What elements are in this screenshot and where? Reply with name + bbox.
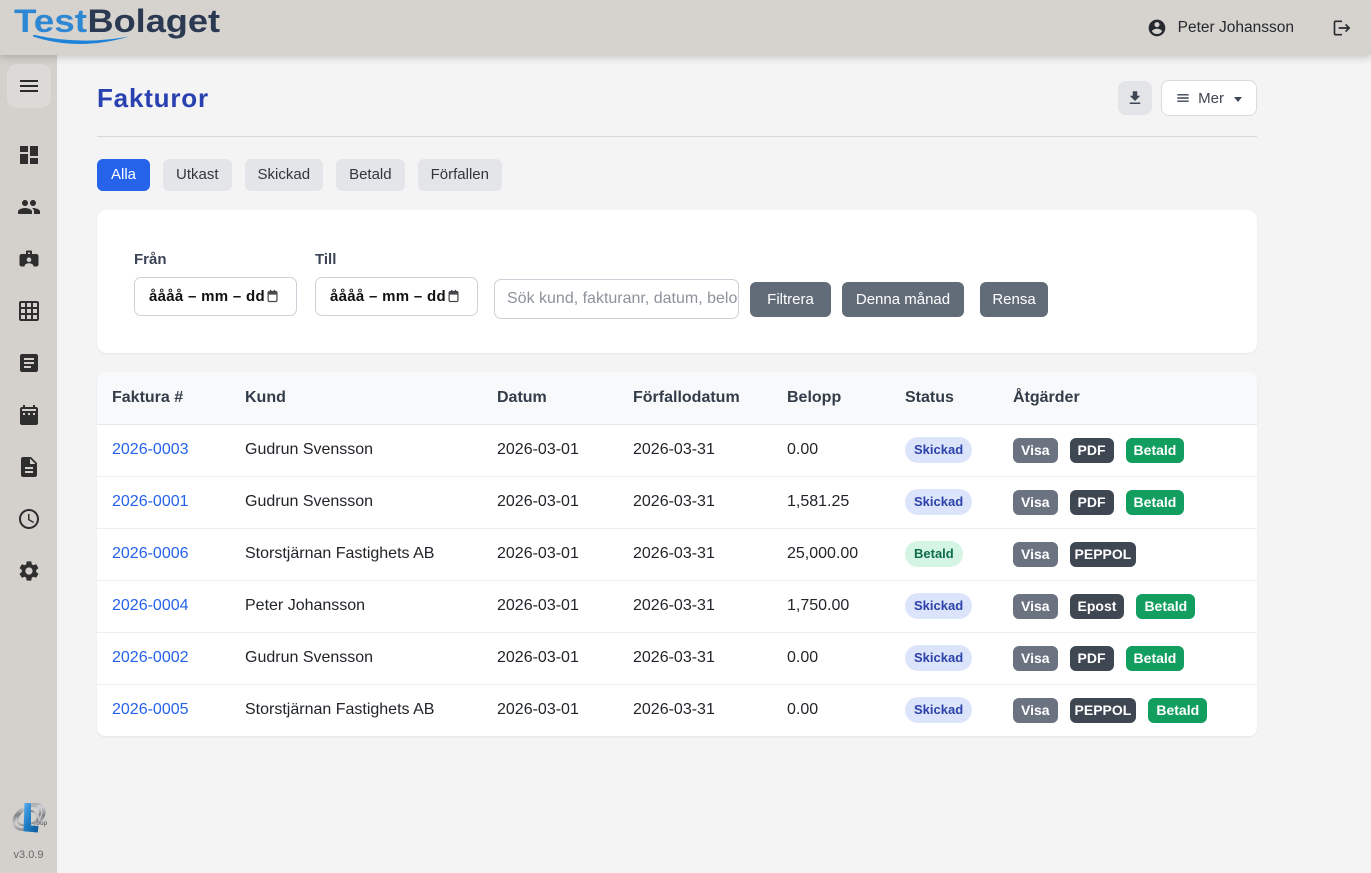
svg-text:roup: roup <box>34 821 48 827</box>
svg-text:Test: Test <box>14 3 87 39</box>
svg-text:Bolaget: Bolaget <box>88 3 221 39</box>
